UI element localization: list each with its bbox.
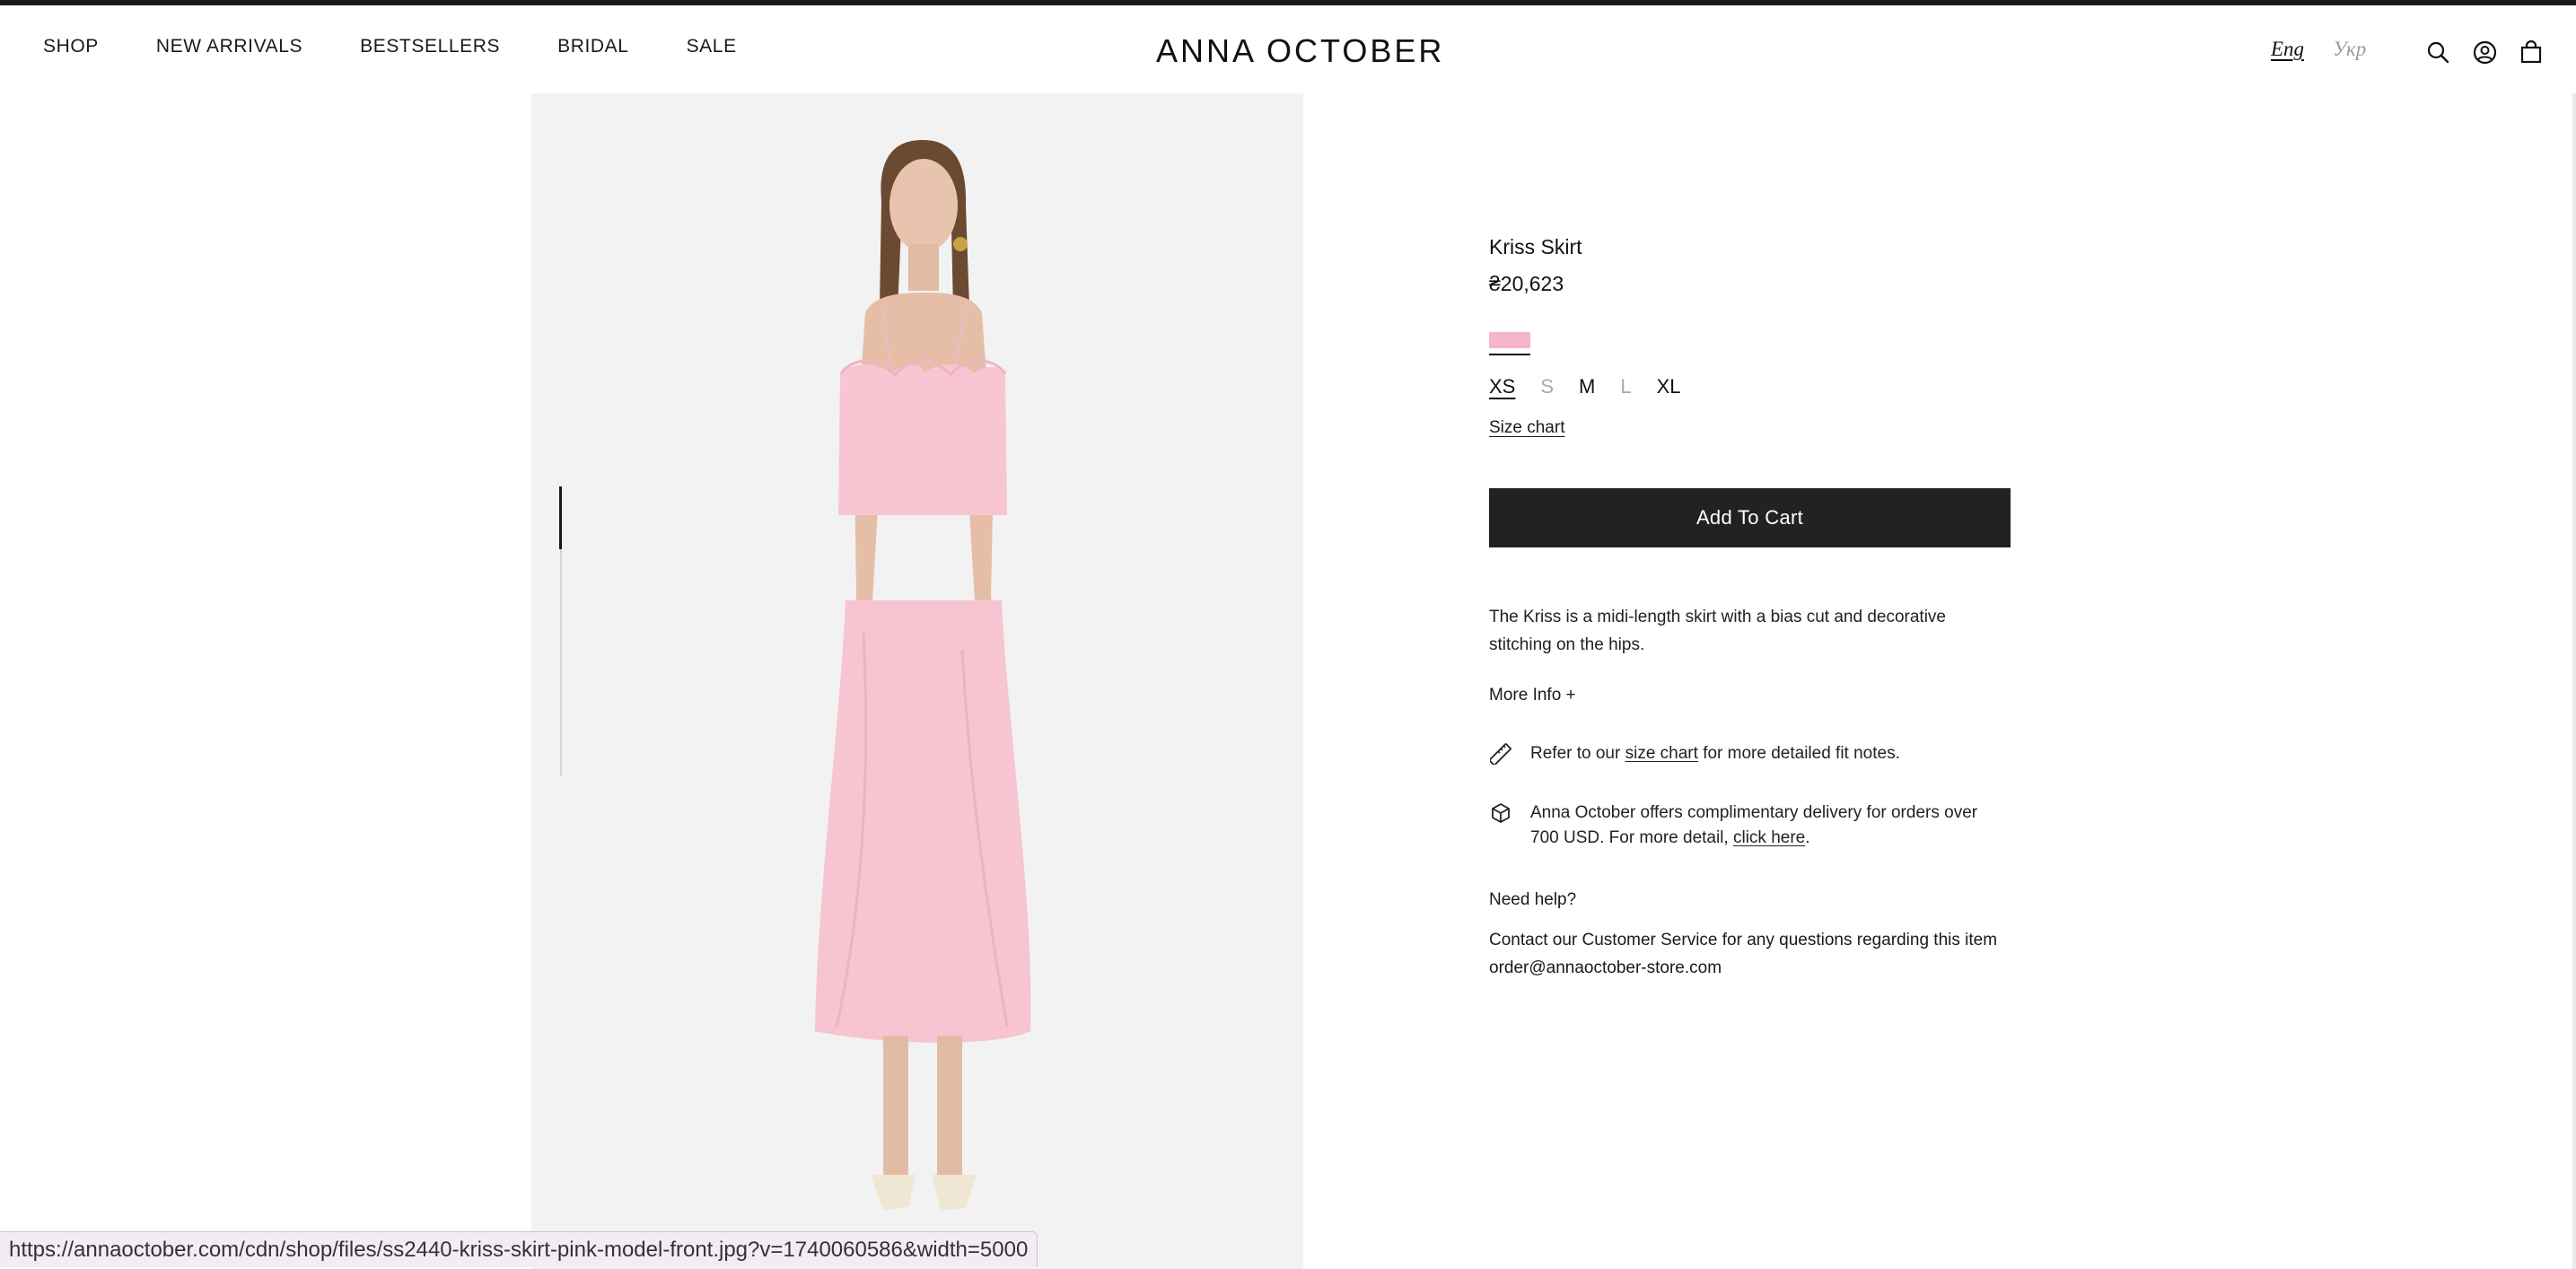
status-url: https://annaoctober.com/cdn/shop/files/s… [9, 1237, 1029, 1262]
lang-ukrainian[interactable]: Укр [2333, 38, 2366, 61]
help-title: Need help? [1489, 890, 1577, 909]
help-text: Contact our Customer Service for any que… [1489, 931, 1998, 977]
color-swatch-selected[interactable] [1489, 332, 1530, 355]
nav-item-new-arrivals[interactable]: NEW ARRIVALS [156, 36, 302, 57]
search-icon[interactable] [2425, 39, 2450, 65]
header-icons [2425, 39, 2544, 65]
product-info: Kriss Skirt ₴20,623 XS S M L XL Size cha… [1489, 235, 2011, 982]
nav-item-bridal[interactable]: BRIDAL [557, 36, 628, 57]
product-description: The Kriss is a midi-length skirt with a … [1489, 608, 1946, 654]
site-header: SHOP NEW ARRIVALS BESTSELLERS BRIDAL SAL… [0, 5, 2576, 93]
size-option-xl[interactable]: XL [1657, 375, 1681, 398]
delivery-note-row: Anna October offers complimentary delive… [1489, 801, 2010, 851]
size-option-l[interactable]: L [1620, 375, 1631, 398]
fit-note-suffix: for more detailed fit notes. [1697, 744, 1900, 763]
color-swatch-pink [1489, 332, 1530, 348]
brand-logo[interactable]: ANNA OCTOBER [1156, 32, 1444, 70]
product-title: Kriss Skirt [1489, 235, 1582, 258]
language-switcher: Eng Укр [2271, 38, 2366, 61]
more-info-toggle[interactable]: More Info + [1489, 686, 1576, 705]
fit-note-row: Refer to our size chart for more detaile… [1489, 741, 2010, 766]
fit-note-text: Refer to our size chart for more detaile… [1530, 741, 1900, 766]
size-chart-link[interactable]: Size chart [1489, 418, 1564, 438]
nav-item-sale[interactable]: SALE [687, 36, 737, 57]
model-illustration [531, 93, 1303, 1269]
account-icon[interactable] [2472, 39, 2497, 65]
fit-note-prefix: Refer to our [1530, 744, 1625, 763]
gallery-scroll-thumb[interactable] [559, 486, 562, 549]
delivery-note-text: Anna October offers complimentary delive… [1530, 801, 2010, 851]
main-nav: SHOP NEW ARRIVALS BESTSELLERS BRIDAL SAL… [43, 5, 737, 88]
product-image[interactable] [531, 93, 1303, 1269]
size-option-xs[interactable]: XS [1489, 375, 1515, 398]
lang-english[interactable]: Eng [2271, 38, 2304, 61]
browser-status-bar: https://annaoctober.com/cdn/shop/files/s… [0, 1231, 1038, 1267]
nav-item-shop[interactable]: SHOP [43, 36, 99, 57]
page-scrollbar[interactable] [2572, 93, 2576, 1269]
size-option-m[interactable]: M [1579, 375, 1595, 398]
fit-note-size-chart-link[interactable]: size chart [1625, 744, 1698, 763]
bag-icon[interactable] [2519, 39, 2544, 65]
nav-item-bestsellers[interactable]: BESTSELLERS [360, 36, 500, 57]
box-icon [1489, 801, 1512, 826]
delivery-note-suffix: . [1805, 828, 1810, 847]
delivery-click-here-link[interactable]: click here [1733, 828, 1805, 847]
size-selector: XS S M L XL [1489, 375, 2010, 398]
ruler-icon [1489, 741, 1512, 766]
product-price: ₴20,623 [1489, 272, 1564, 295]
add-to-cart-button[interactable]: Add To Cart [1489, 488, 2011, 547]
size-option-s[interactable]: S [1540, 375, 1554, 398]
